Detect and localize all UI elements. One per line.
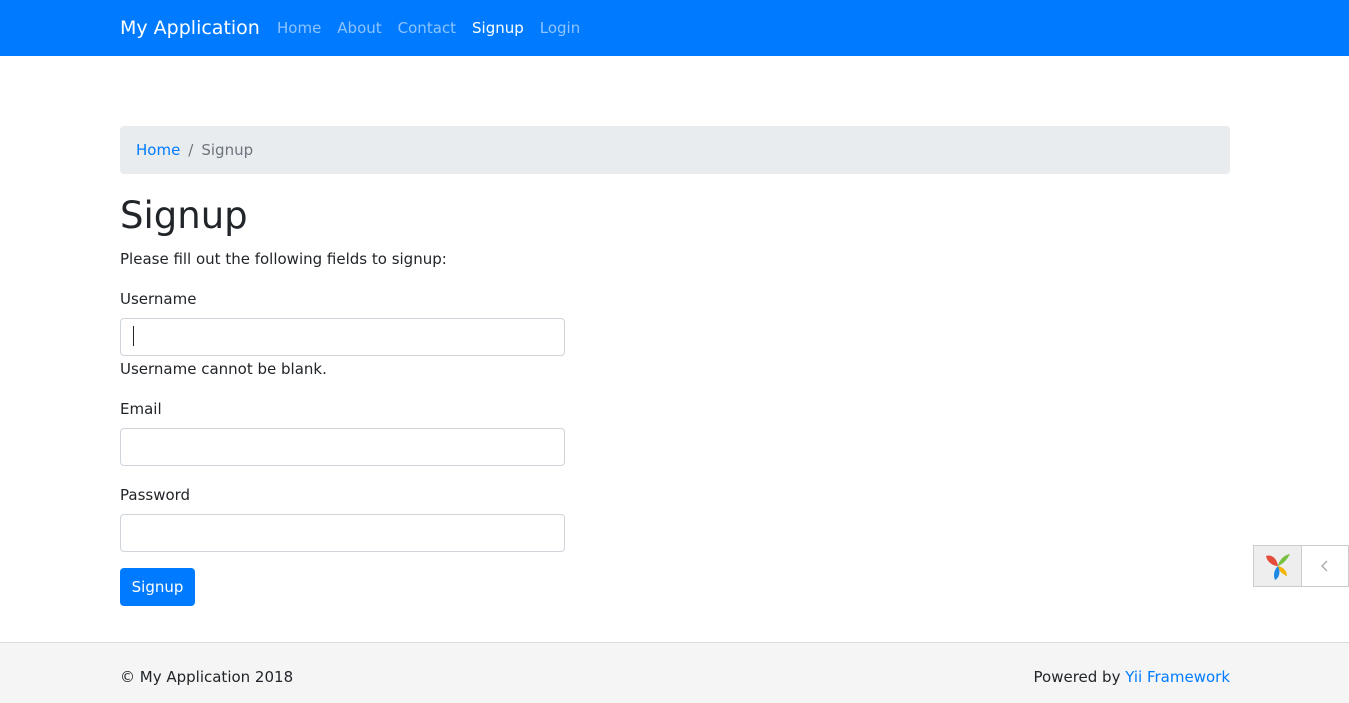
yii-framework-link[interactable]: Yii Framework bbox=[1125, 668, 1230, 686]
yii-logo-icon[interactable] bbox=[1254, 546, 1302, 586]
breadcrumb-home-link[interactable]: Home bbox=[136, 141, 180, 159]
password-input[interactable] bbox=[120, 514, 565, 552]
page-intro: Please fill out the following fields to … bbox=[120, 250, 447, 268]
debug-toolbar bbox=[1253, 545, 1349, 587]
text-caret bbox=[133, 326, 134, 346]
email-input[interactable] bbox=[120, 428, 565, 466]
footer-powered-by: Powered by Yii Framework bbox=[1034, 666, 1230, 688]
navbar: My Application Home About Contact Signup… bbox=[0, 0, 1349, 56]
footer-powered-prefix: Powered by bbox=[1033, 668, 1126, 686]
brand-link[interactable]: My Application bbox=[120, 15, 260, 41]
chevron-left-icon[interactable] bbox=[1302, 546, 1348, 586]
username-label: Username bbox=[120, 290, 197, 308]
nav-item-login[interactable]: Login bbox=[540, 17, 580, 39]
password-label: Password bbox=[120, 486, 191, 504]
nav-item-home[interactable]: Home bbox=[277, 17, 321, 39]
breadcrumb: Home / Signup bbox=[120, 126, 1230, 174]
breadcrumb-current: Signup bbox=[201, 141, 254, 159]
nav-item-signup[interactable]: Signup bbox=[472, 17, 524, 39]
nav-item-contact[interactable]: Contact bbox=[398, 17, 456, 39]
username-error: Username cannot be blank. bbox=[120, 360, 327, 378]
footer-copyright: © My Application 2018 bbox=[120, 668, 294, 686]
username-input[interactable] bbox=[120, 318, 565, 356]
footer: © My Application 2018 Powered by Yii Fra… bbox=[0, 642, 1349, 703]
page-title: Signup bbox=[120, 194, 248, 237]
breadcrumb-separator: / bbox=[188, 141, 194, 159]
signup-button[interactable]: Signup bbox=[120, 568, 195, 606]
email-label: Email bbox=[120, 400, 162, 418]
main-nav: Home About Contact Signup Login bbox=[277, 17, 580, 39]
nav-item-about[interactable]: About bbox=[337, 17, 381, 39]
